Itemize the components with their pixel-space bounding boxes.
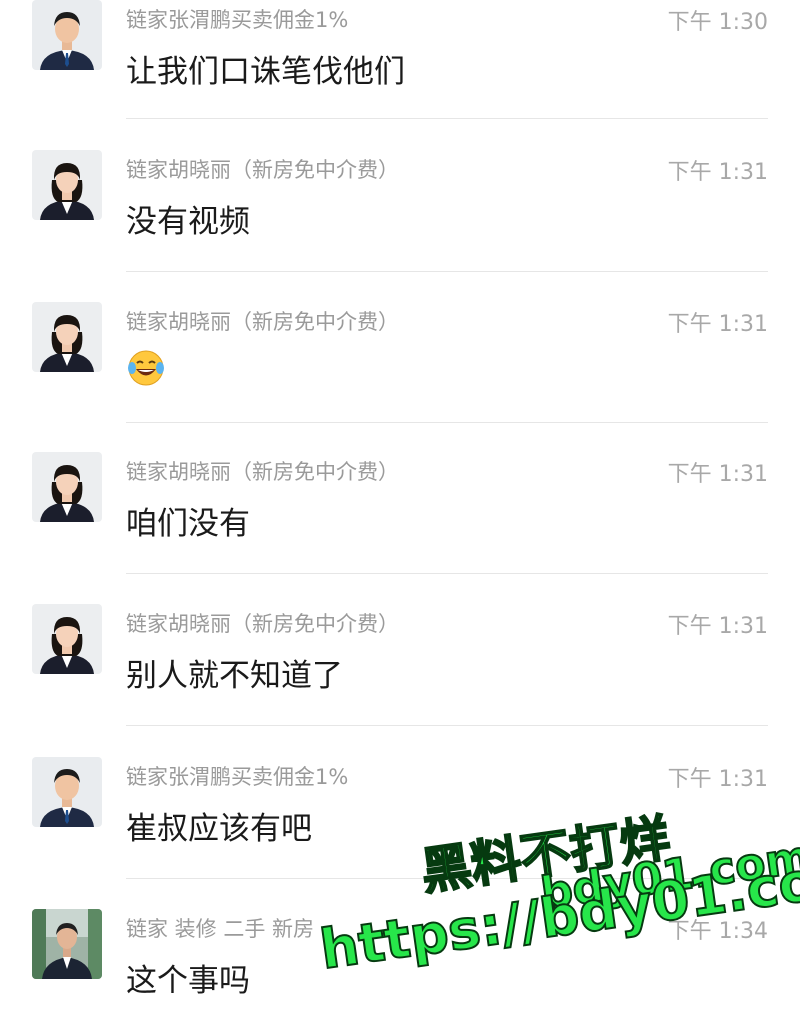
- avatar[interactable]: [32, 302, 102, 372]
- female-agent-avatar-icon: [32, 604, 102, 674]
- sender-name: 链家张渭鹏买卖佣金1%: [126, 8, 349, 32]
- message-time: 下午 1:31: [667, 160, 768, 185]
- message-time: 下午 1:31: [667, 767, 768, 792]
- avatar[interactable]: [32, 757, 102, 827]
- message-text: 没有视频: [126, 204, 250, 240]
- male-agent-avatar-icon: [32, 757, 102, 827]
- avatar[interactable]: [32, 452, 102, 522]
- message-item[interactable]: 链家胡晓丽（新房免中介费） 下午 1:31 别人就不知道了: [0, 604, 800, 726]
- avatar[interactable]: [32, 909, 102, 979]
- message-time: 下午 1:31: [667, 462, 768, 487]
- avatar[interactable]: [32, 150, 102, 220]
- male-suit-outdoor-avatar-icon: [32, 909, 102, 979]
- sender-name: 链家张渭鹏买卖佣金1%: [126, 765, 349, 789]
- sender-name: 链家胡晓丽（新房免中介费）: [126, 310, 399, 334]
- sender-name: 链家胡晓丽（新房免中介费）: [126, 612, 399, 636]
- avatar[interactable]: [32, 0, 102, 70]
- message-item[interactable]: 链家胡晓丽（新房免中介费） 下午 1:31 咱们没有: [0, 452, 800, 574]
- laughing-tears-emoji-icon: [128, 350, 164, 386]
- message-text: 崔叔应该有吧: [126, 811, 312, 847]
- message-time: 下午 1:31: [667, 312, 768, 337]
- message-text: 别人就不知道了: [126, 658, 343, 694]
- message-text: 让我们口诛笔伐他们: [126, 54, 405, 90]
- sender-name: 链家胡晓丽（新房免中介费）: [126, 460, 399, 484]
- message-item[interactable]: 链家胡晓丽（新房免中介费） 下午 1:31 没有视频: [0, 150, 800, 272]
- message-item[interactable]: 链家胡晓丽（新房免中介费） 下午 1:31: [0, 302, 800, 423]
- message-item[interactable]: 链家张渭鹏买卖佣金1% 下午 1:30 让我们口诛笔伐他们: [0, 0, 800, 120]
- divider: [126, 573, 768, 574]
- message-text: 咱们没有: [126, 506, 250, 542]
- message-time: 下午 1:31: [667, 614, 768, 639]
- divider: [126, 725, 768, 726]
- female-agent-avatar-icon: [32, 302, 102, 372]
- message-time: 下午 1:30: [667, 10, 768, 35]
- sender-name: 链家胡晓丽（新房免中介费）: [126, 158, 399, 182]
- female-agent-avatar-icon: [32, 452, 102, 522]
- sender-name: 链家 装修 二手 新房: [126, 917, 315, 941]
- message-text: 这个事吗: [126, 963, 250, 999]
- female-agent-avatar-icon: [32, 150, 102, 220]
- divider: [126, 271, 768, 272]
- avatar[interactable]: [32, 604, 102, 674]
- male-agent-avatar-icon: [32, 0, 102, 70]
- divider: [126, 118, 768, 119]
- divider: [126, 422, 768, 423]
